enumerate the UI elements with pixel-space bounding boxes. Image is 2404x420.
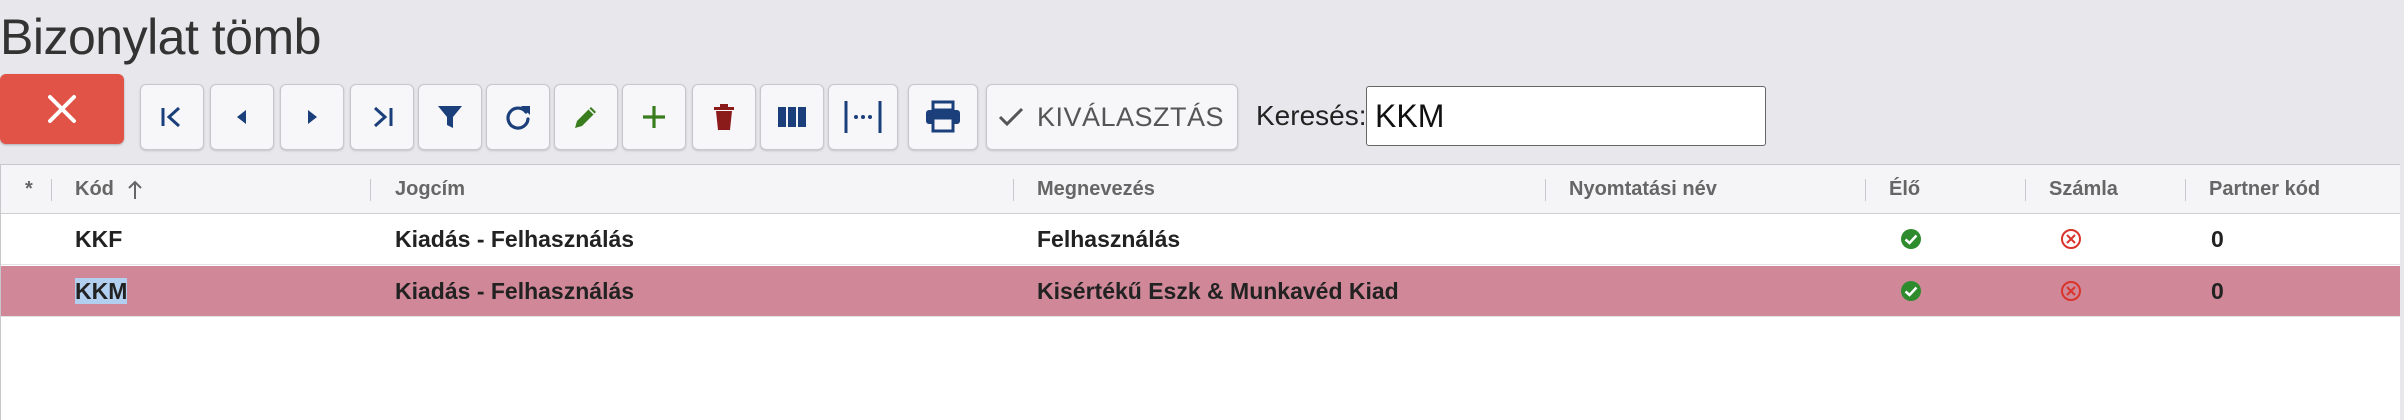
cell-partner-kod: 0 (2211, 226, 2224, 252)
cell-jogcim: Kiadás - Felhasználás (395, 226, 635, 252)
triangle-right-icon (308, 110, 317, 124)
column-header-szamla[interactable]: Számla (2049, 165, 2118, 213)
select-button[interactable]: KIVÁLASZTÁS (986, 84, 1238, 150)
column-separator[interactable] (2025, 179, 2026, 201)
search-input[interactable] (1366, 86, 1766, 146)
add-button[interactable] (622, 84, 686, 150)
table-row-selected[interactable]: KKM Kiadás - Felhasználás Kisértékű Eszk… (1, 266, 2400, 317)
cell-kod: KKF (75, 226, 123, 252)
column-width-button[interactable] (828, 84, 898, 150)
printer-icon (926, 100, 960, 133)
x-circle-icon (2061, 281, 2081, 301)
column-separator[interactable] (51, 179, 52, 201)
columns-button[interactable] (760, 84, 824, 150)
filter-icon (438, 106, 462, 128)
page-title: Bizonylat tömb (0, 9, 321, 65)
filter-button[interactable] (418, 84, 482, 150)
close-button[interactable] (0, 74, 124, 144)
last-page-icon (373, 106, 393, 128)
table-row[interactable]: KKF Kiadás - Felhasználás Felhasználás 0 (1, 214, 2400, 265)
column-header-nyomtatasi-nev[interactable]: Nyomtatási név (1569, 165, 1717, 213)
cell-megnevezes: Kisértékű Eszk & Munkavéd Kiad (1037, 278, 1399, 304)
cell-kod-text: KKM (75, 278, 128, 304)
column-separator[interactable] (1545, 179, 1546, 201)
column-separator[interactable] (370, 179, 371, 201)
plus-icon (643, 106, 665, 128)
cell-kod: KKM (75, 266, 128, 316)
pencil-icon (575, 107, 596, 128)
column-separator[interactable] (1013, 179, 1014, 201)
search-label: Keresés: (1256, 100, 1367, 131)
column-header-megnevezes[interactable]: Megnevezés (1037, 165, 1155, 213)
previous-page-button[interactable] (210, 84, 274, 150)
column-header-star[interactable]: * (25, 165, 33, 213)
column-header-partner-kod[interactable]: Partner kód (2209, 165, 2320, 213)
cell-partner-kod: 0 (2211, 278, 2224, 304)
triangle-left-icon (237, 110, 246, 124)
refresh-icon (506, 106, 530, 130)
column-header-kod[interactable]: Kód (75, 165, 114, 213)
grid-header: * Kód Jogcím Megnevezés Nyomtatási név É… (1, 165, 2400, 214)
select-button-label: KIVÁLASZTÁS (1037, 101, 1225, 132)
column-header-elo[interactable]: Élő (1889, 165, 1920, 213)
edit-button[interactable] (554, 84, 618, 150)
check-circle-icon (1901, 229, 1921, 249)
x-circle-icon (2061, 229, 2081, 249)
refresh-button[interactable] (486, 84, 550, 150)
trash-icon (714, 104, 734, 130)
column-separator[interactable] (1865, 179, 1866, 201)
sort-ascending-icon[interactable] (127, 179, 143, 201)
last-page-button[interactable] (350, 84, 414, 150)
next-page-button[interactable] (280, 84, 344, 150)
cell-megnevezes: Felhasználás (1037, 226, 1181, 252)
check-icon (998, 107, 1024, 127)
check-circle-icon (1901, 281, 1921, 301)
columns-icon (778, 107, 806, 127)
cell-jogcim: Kiadás - Felhasználás (395, 278, 635, 304)
delete-button[interactable] (692, 84, 756, 150)
close-icon (48, 95, 76, 123)
column-width-icon (844, 101, 882, 133)
column-header-jogcim[interactable]: Jogcím (395, 165, 465, 213)
column-separator[interactable] (2185, 179, 2186, 201)
first-page-icon (161, 106, 181, 128)
print-button[interactable] (908, 84, 978, 150)
first-page-button[interactable] (140, 84, 204, 150)
data-grid: * Kód Jogcím Megnevezés Nyomtatási név É… (0, 164, 2400, 420)
